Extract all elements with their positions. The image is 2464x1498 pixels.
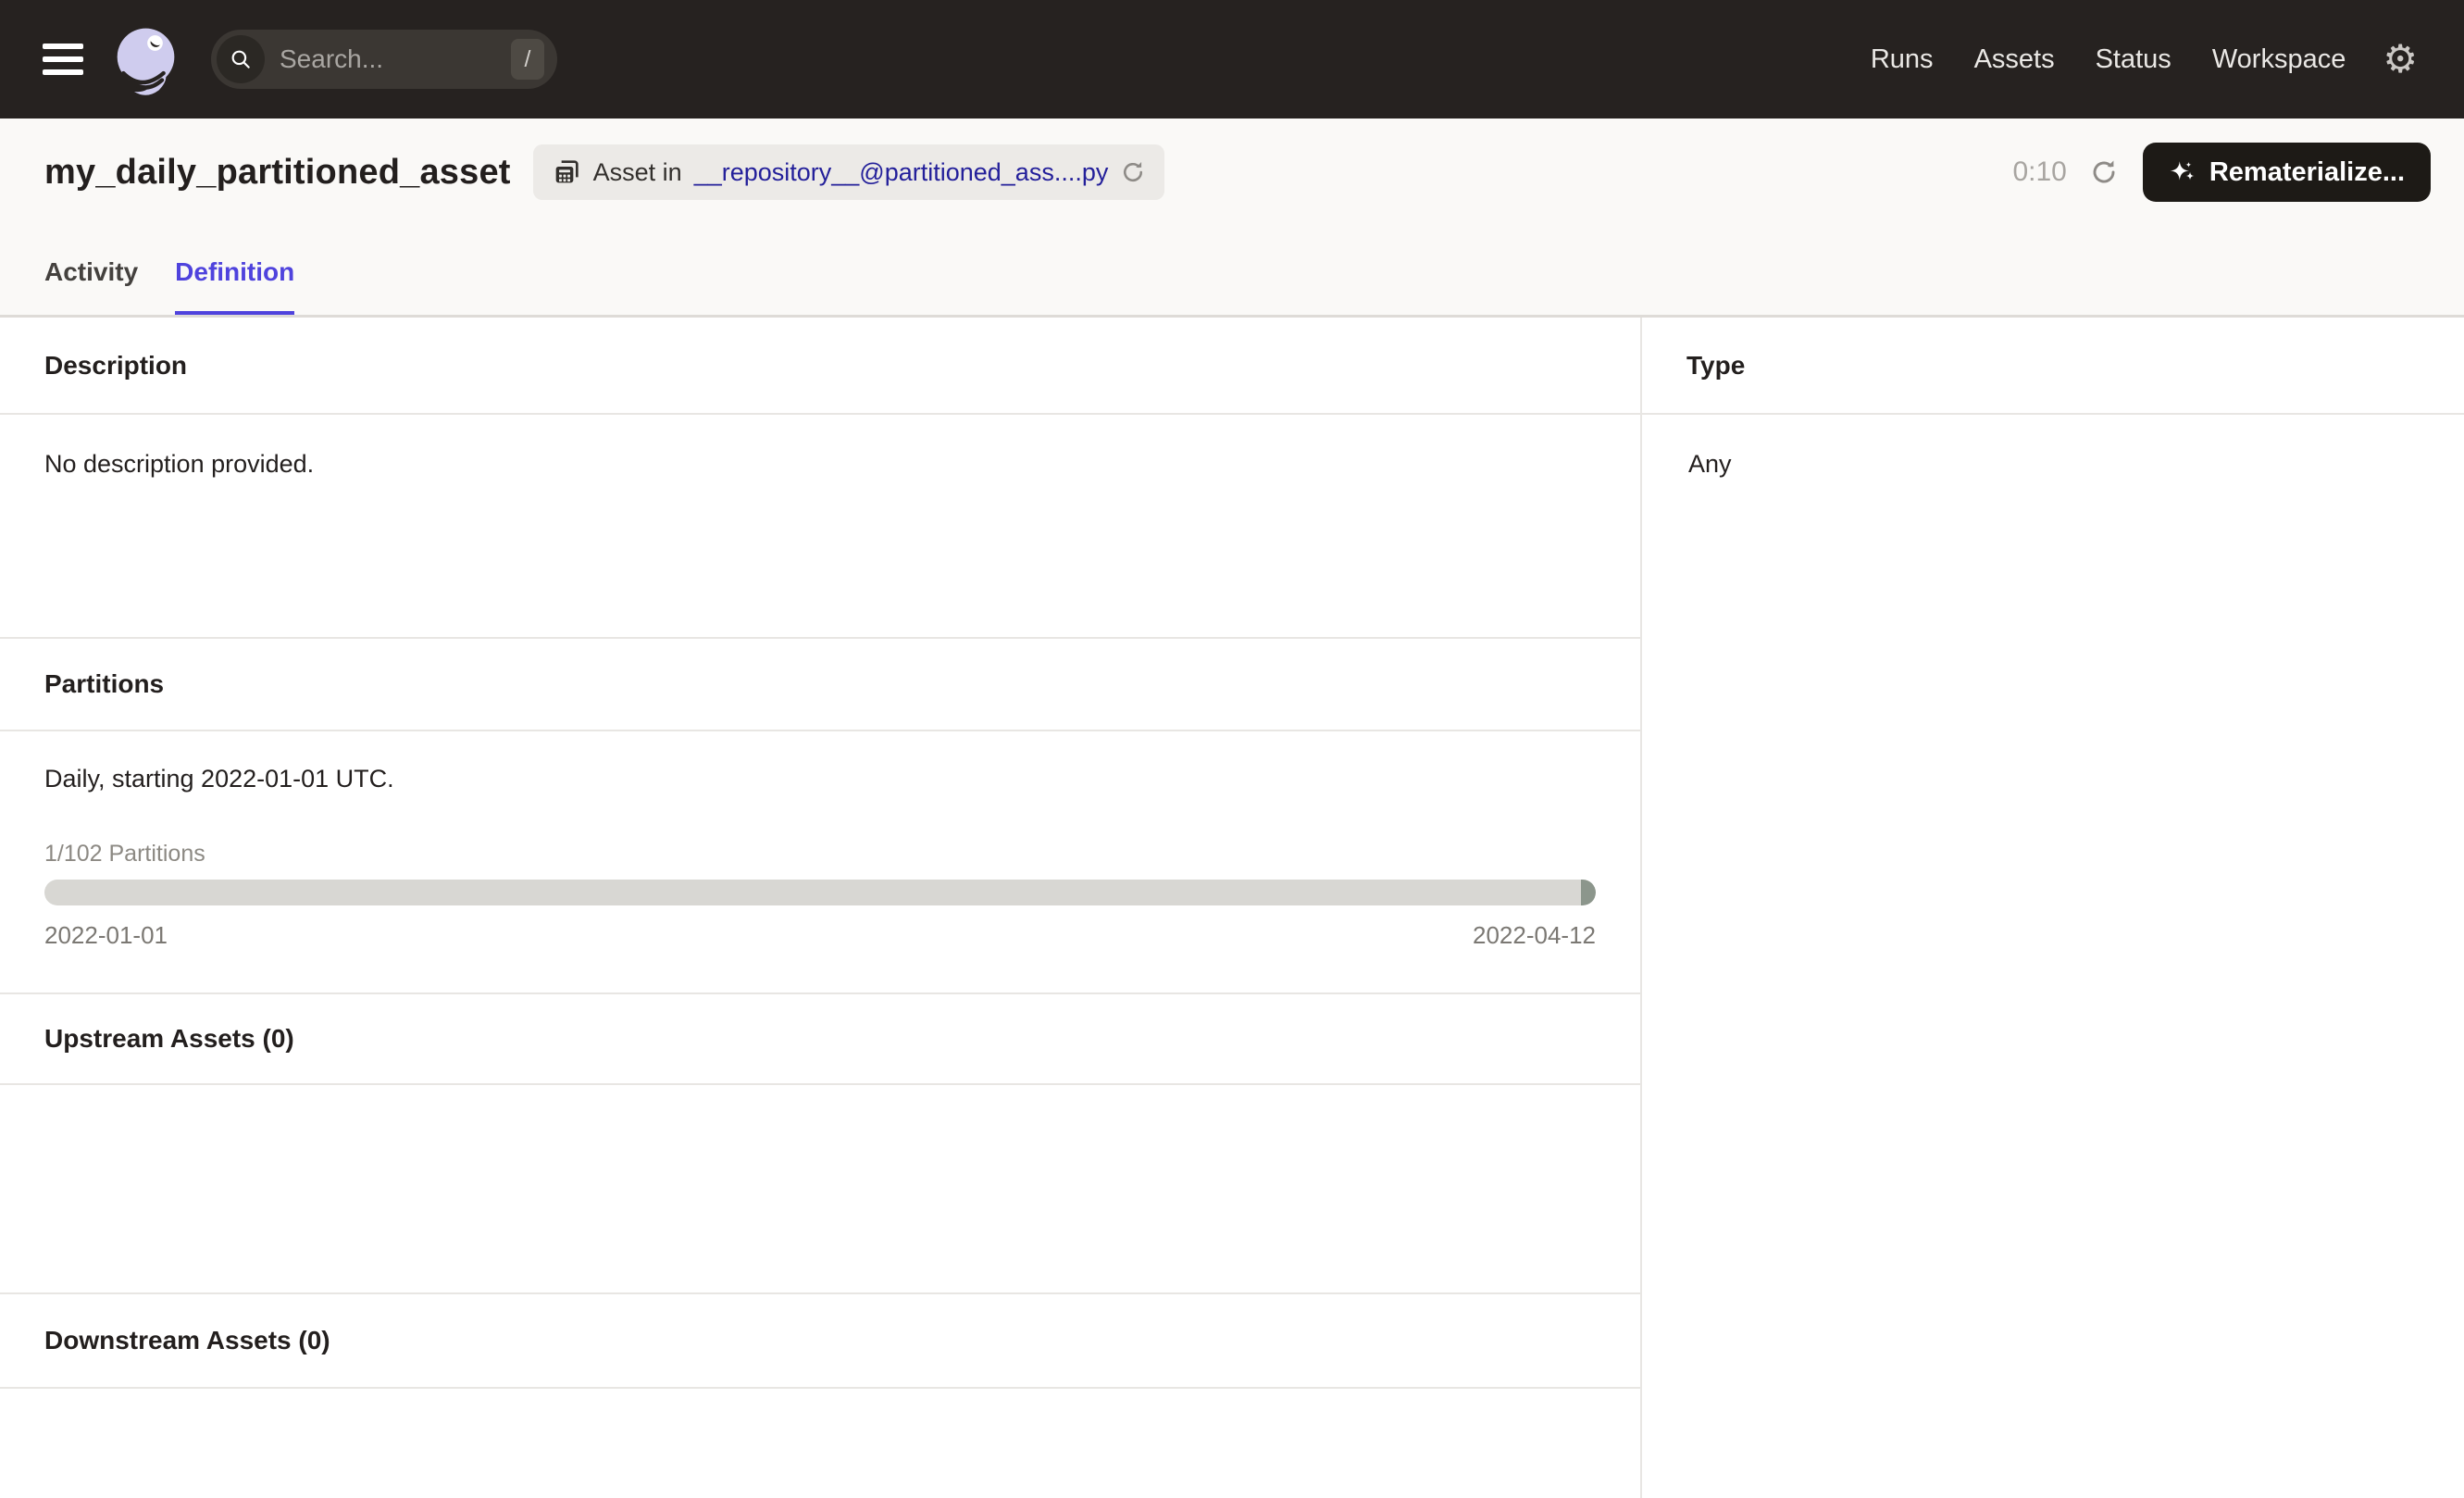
repository-link[interactable]: __repository__@partitioned_ass....py <box>694 158 1109 187</box>
dagster-logo-icon[interactable] <box>111 22 185 96</box>
downstream-assets-body <box>0 1389 1640 1498</box>
title-row: my_daily_partitioned_asset <box>44 143 2431 202</box>
gear-icon[interactable]: ⚙ <box>2383 40 2418 79</box>
nav-link-status[interactable]: Status <box>2096 44 2172 75</box>
asset-page-header: my_daily_partitioned_asset <box>0 119 2464 318</box>
tab-activity[interactable]: Activity <box>44 257 138 315</box>
repository-icon <box>552 157 581 187</box>
page-title: my_daily_partitioned_asset <box>44 153 511 193</box>
partition-progress-fill <box>1581 880 1596 905</box>
rematerialize-label: Rematerialize... <box>2209 157 2405 188</box>
navbar-links: Runs Assets Status Workspace <box>1871 44 2346 75</box>
top-navbar: / Runs Assets Status Workspace ⚙ <box>0 0 2464 119</box>
refresh-countdown: 0:10 <box>2012 156 2066 188</box>
asset-location-tag: Asset in __repository__@partitioned_ass.… <box>533 144 1165 200</box>
partition-range-row: 2022-01-01 2022-04-12 <box>44 920 1596 950</box>
dagster-app: / Runs Assets Status Workspace ⚙ my_dail… <box>0 0 2464 1498</box>
sparkles-icon <box>2169 158 2196 186</box>
partition-range-end: 2022-04-12 <box>1473 920 1596 950</box>
downstream-assets-section-header: Downstream Assets (0) <box>0 1294 1640 1389</box>
asset-tag-prefix: Asset in <box>593 158 682 187</box>
rematerialize-button[interactable]: Rematerialize... <box>2143 143 2431 202</box>
right-column: Type Any <box>1642 318 2464 1498</box>
type-value: Any <box>1642 415 2464 479</box>
nav-link-assets[interactable]: Assets <box>1974 44 2055 75</box>
partition-schedule-text: Daily, starting 2022-01-01 UTC. <box>44 765 1596 793</box>
description-body: No description provided. <box>0 415 1640 639</box>
asset-tabs: Activity Definition <box>44 202 2431 315</box>
global-search[interactable]: / <box>211 30 557 89</box>
description-section-header: Description <box>0 318 1640 415</box>
left-column: Description No description provided. Par… <box>0 318 1640 1498</box>
nav-link-runs[interactable]: Runs <box>1871 44 1934 75</box>
partition-range-start: 2022-01-01 <box>44 920 168 950</box>
type-section-header: Type <box>1642 318 2464 415</box>
upstream-assets-body <box>0 1085 1640 1294</box>
upstream-assets-section-header: Upstream Assets (0) <box>0 994 1640 1085</box>
tab-definition[interactable]: Definition <box>175 257 294 315</box>
nav-link-workspace[interactable]: Workspace <box>2212 44 2346 75</box>
search-input[interactable] <box>280 44 511 74</box>
search-icon <box>217 35 265 83</box>
definition-content: Description No description provided. Par… <box>0 318 2464 1498</box>
partitions-section-header: Partitions <box>0 639 1640 731</box>
hamburger-menu-icon[interactable] <box>43 44 83 75</box>
refresh-icon[interactable] <box>2089 157 2119 187</box>
search-shortcut-key: / <box>511 39 544 80</box>
reload-repository-icon[interactable] <box>1120 159 1146 185</box>
partition-health-bar[interactable] <box>44 880 1596 905</box>
partitions-body: Daily, starting 2022-01-01 UTC. 1/102 Pa… <box>0 731 1640 994</box>
partition-count-label: 1/102 Partitions <box>44 841 1596 867</box>
